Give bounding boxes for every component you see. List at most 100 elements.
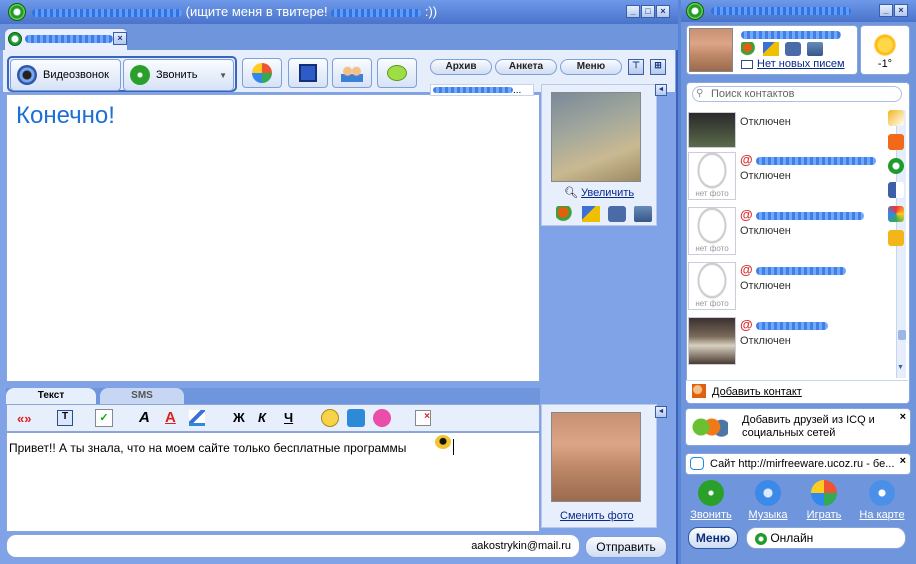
floppy-disk-icon [299,64,317,82]
font-color-icon[interactable]: A [165,409,176,426]
my-avatar[interactable] [689,28,733,72]
redacted-my-name [741,31,841,39]
close-tab-button[interactable]: × [113,32,127,45]
no-new-mail-link[interactable]: Нет новых писем [757,58,845,70]
scrollbar-thumb[interactable] [898,330,906,340]
tab-text[interactable]: Текст [6,388,96,404]
message-history[interactable] [6,94,540,382]
chat-tab-contact[interactable]: × [4,28,128,50]
bold-button[interactable]: Ж [233,410,245,425]
add-friend-icon[interactable] [741,42,757,56]
mailru-at-icon: @ [740,207,753,222]
font-icon[interactable]: A [139,409,150,426]
chevron-down-icon[interactable]: ▼ [219,71,227,80]
contacts-filter-icon[interactable] [888,110,904,126]
minimize-button[interactable]: _ [879,4,893,17]
favorites-icon[interactable] [888,134,904,150]
add-friend-icon[interactable] [556,206,574,222]
mailru-at-icon: @ [740,152,753,167]
promo-text: Добавить друзей из ICQ и социальных сете… [742,414,875,439]
agent-status-icon [8,32,22,46]
camera-icon[interactable] [785,42,801,56]
zoom-link[interactable]: 🔍︎ Увеличить [564,186,634,199]
collapse-left-icon[interactable]: ◄ [655,406,667,418]
alarm-clock-icon[interactable] [373,409,391,427]
cool-smiley-icon [435,435,451,449]
collapse-left-icon[interactable]: ◄ [655,84,667,96]
games-button[interactable] [242,58,282,88]
add-friends-promo[interactable]: Добавить друзей из ICQ и социальных сете… [685,408,911,446]
quick-map[interactable]: На карте [855,480,909,521]
edit-icon[interactable] [582,206,600,222]
contact-email-link[interactable]: ... [430,84,534,96]
tab-sms[interactable]: SMS [100,388,184,404]
layout-icon[interactable]: ⊞ [650,59,666,75]
profile-button[interactable]: Анкета [495,59,557,75]
close-icon[interactable]: × [900,455,906,467]
camera-icon[interactable] [608,206,626,222]
save-history-button[interactable] [288,58,328,88]
quick-music[interactable]: Музыка [741,480,795,521]
search-placeholder: Поиск контактов [711,88,795,100]
redacted-contact-name [755,212,864,221]
contacts-button[interactable] [332,58,372,88]
smiley-icon[interactable] [321,409,339,427]
message-input[interactable]: Привет!! А ты знала, что на моем сайте т… [6,432,540,532]
main-menu-button[interactable]: Меню [688,527,738,549]
send-button[interactable]: Отправить [585,536,667,558]
contact-row[interactable]: @ Отключен [688,317,884,369]
quick-call[interactable]: Звонить [684,480,738,521]
contact-row[interactable]: нет фото @ Отключен [688,262,884,314]
sms-button[interactable] [377,58,417,88]
italic-button[interactable]: К [258,410,266,425]
redacted-contact-name [755,157,876,166]
add-contact-bar[interactable]: Добавить контакт [686,380,908,400]
edit-icon[interactable] [763,42,779,56]
add-contact-link[interactable]: Добавить контакт [712,386,802,398]
video-icon[interactable] [807,42,823,56]
my-photo[interactable] [551,412,641,502]
status-selector[interactable]: Онлайн [746,527,906,549]
mailru-agent-icon[interactable] [888,158,904,174]
online-status-icon [755,532,767,545]
contact-avatar [688,112,736,148]
contact-photo[interactable] [551,92,641,182]
contact-name: @ [740,317,828,332]
quick-games[interactable]: Играть [797,480,851,521]
pin-icon[interactable]: ⊤ [628,59,644,75]
close-button[interactable]: × [894,4,908,17]
call-label: Звонить [156,69,198,81]
sender-bar: aakostrykin@mail.ru [6,534,580,558]
search-input[interactable]: ⚲ Поиск контактов [692,86,902,102]
chat-title-suffix: (ищите меня в твитере! [185,4,328,19]
quote-button[interactable]: «» [17,411,31,426]
change-photo-link[interactable]: Сменить фото [560,510,634,522]
video-call-button[interactable]: Видеозвонок [10,59,121,91]
minimize-button[interactable]: _ [626,5,640,18]
spellcheck-icon[interactable]: ✓ [95,409,113,427]
profile-actions [741,42,823,56]
close-icon[interactable]: × [900,411,906,423]
underline-button[interactable]: Ч [284,410,293,425]
menu-button[interactable]: Меню [560,59,622,75]
sun-icon [874,34,896,56]
redacted-contact-name [755,322,828,331]
contact-actions [556,206,652,222]
highlight-icon[interactable] [189,410,205,426]
archive-button[interactable]: Архив [430,59,492,75]
clear-icon[interactable]: × [415,410,431,426]
tv-icon[interactable] [347,409,365,427]
speaker-icon[interactable] [888,182,904,198]
contact-row[interactable]: нет фото @ Отключен [688,152,884,204]
maximize-button[interactable]: □ [641,5,655,18]
weather-widget[interactable]: -1° [860,25,910,75]
settings-icon[interactable] [888,230,904,246]
call-button[interactable]: Звонить ▼ [123,59,234,91]
video-icon[interactable] [634,206,652,222]
contact-row[interactable]: нет фото @ Отключен [688,207,884,259]
news-ticker[interactable]: Сайт http://mirfreeware.ucoz.ru - бе... … [685,453,911,475]
scroll-down-icon[interactable]: ▼ [897,364,904,371]
text-style-icon[interactable]: T [57,410,73,426]
close-button[interactable]: × [656,5,670,18]
rainbow-icon[interactable] [888,206,904,222]
